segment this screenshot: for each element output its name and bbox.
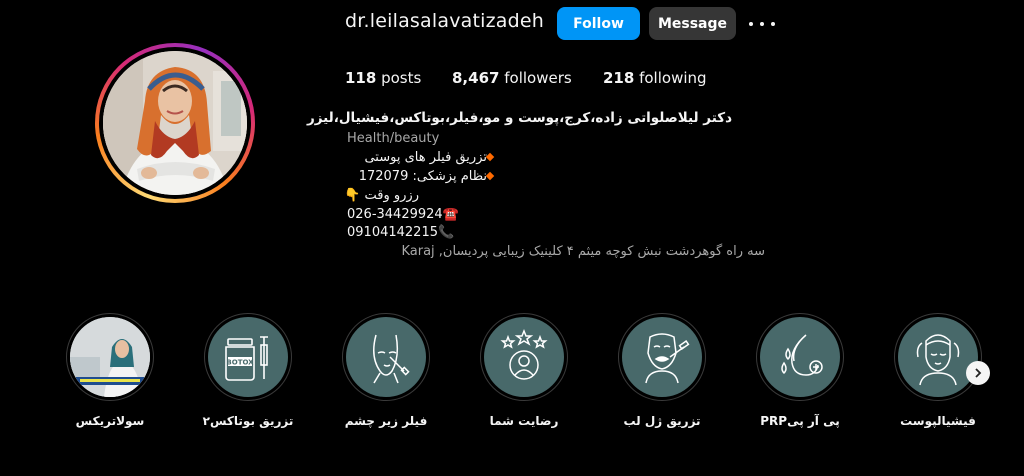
highlight-label: تزریق ژل لب xyxy=(623,414,701,428)
telephone-icon: ☎️ xyxy=(442,207,459,222)
bio-phone-1-text: 026-34429924 xyxy=(347,207,443,222)
highlight-label: تزریق بوتاکس۲ xyxy=(202,414,294,428)
followers-stat[interactable]: 8,467 followers xyxy=(452,69,572,87)
highlight-label: رضایت شما xyxy=(489,414,559,428)
highlights-next-button[interactable] xyxy=(966,361,990,385)
dot xyxy=(771,22,775,26)
bio-phone-2-text: 09104142215 xyxy=(347,225,438,240)
follow-button[interactable]: Follow xyxy=(557,7,640,40)
svg-text:BOTOX: BOTOX xyxy=(226,359,254,367)
lip-injection-icon xyxy=(622,317,702,397)
bio-phone-2[interactable]: 09104142215📞 xyxy=(347,225,454,240)
highlight-item[interactable]: رضایت شما xyxy=(478,313,570,428)
phone-receiver-icon: 📞 xyxy=(437,225,455,240)
following-label: following xyxy=(639,69,707,87)
botox-vial-icon: BOTOX xyxy=(208,317,288,397)
bio-address[interactable]: سه راه گوهردشت نبش کوچه میثم ۴ کلینیک زی… xyxy=(347,244,765,259)
bio-full-name: دکتر لیلاصلواتی زاده،کرج،پوست و مو،فیلر،… xyxy=(306,110,732,126)
highlight-item[interactable]: سولاتریکس xyxy=(64,313,156,428)
bullet-diamond-icon xyxy=(485,152,495,162)
bio-phone-1[interactable]: 026-34429924☎️ xyxy=(347,207,459,222)
highlight-ring xyxy=(618,313,706,401)
highlight-ring xyxy=(756,313,844,401)
facial-skin-icon xyxy=(898,317,978,397)
highlight-item[interactable]: تزریق ژل لب xyxy=(616,313,708,428)
highlight-item[interactable]: پی آر پیPRP xyxy=(754,313,846,428)
bio-category: Health/beauty xyxy=(347,131,440,146)
bullet-diamond-icon xyxy=(485,171,495,181)
highlight-ring xyxy=(480,313,568,401)
highlight-ring xyxy=(66,313,154,401)
followers-count: 8,467 xyxy=(452,69,500,87)
lip-injection-glyph xyxy=(645,333,690,384)
botox-vial-glyph: BOTOX xyxy=(225,336,268,381)
face-filler-glyph xyxy=(373,334,410,384)
satisfaction-glyph xyxy=(500,328,548,380)
facial-glyph xyxy=(916,334,960,386)
photo-thumbnail-illustration xyxy=(70,317,150,397)
highlight-label: پی آر پیPRP xyxy=(760,414,840,428)
posts-label: posts xyxy=(381,69,422,87)
face-filler-icon xyxy=(346,317,426,397)
profile-avatar-ring[interactable] xyxy=(95,43,255,203)
bio-line-2-text: نظام پزشکی: 172079 xyxy=(358,169,487,184)
satisfaction-stars-icon xyxy=(484,317,564,397)
highlight-item[interactable]: BOTOX تزریق بوتاکس۲ xyxy=(202,313,294,428)
posts-count: 118 xyxy=(345,69,377,87)
following-count: 218 xyxy=(603,69,635,87)
prp-drops-icon xyxy=(760,317,840,397)
avatar-photo-illustration xyxy=(103,51,247,195)
highlight-label: سولاتریکس xyxy=(75,414,145,428)
photo-thumbnail xyxy=(70,317,150,397)
prp-glyph xyxy=(781,334,823,376)
following-stat[interactable]: 218 following xyxy=(603,69,707,87)
more-options-icon[interactable] xyxy=(749,12,775,36)
bio-line-1-text: تزریق فیلر های پوستی xyxy=(364,150,487,165)
highlight-item[interactable]: فیلر زیر چشم xyxy=(340,313,432,428)
bio-line-2: نظام پزشکی: 172079 xyxy=(347,169,497,184)
highlight-ring: BOTOX xyxy=(204,313,292,401)
avatar-border xyxy=(99,47,251,199)
posts-stat: 118 posts xyxy=(345,69,421,87)
highlight-label: فیلر زیر چشم xyxy=(344,414,428,428)
chevron-right-icon xyxy=(975,368,982,378)
followers-label: followers xyxy=(504,69,572,87)
message-button[interactable]: Message xyxy=(649,7,736,40)
dot xyxy=(760,22,764,26)
highlight-ring xyxy=(894,313,982,401)
profile-username: dr.leilasalavatizadeh xyxy=(345,10,545,32)
bio-line-3: رزرو وقت 👇 xyxy=(344,188,419,203)
highlight-label: فیشیالپوست xyxy=(900,414,976,428)
highlight-ring xyxy=(342,313,430,401)
bio-line-1: تزریق فیلر های پوستی xyxy=(347,150,497,165)
dot xyxy=(749,22,753,26)
avatar[interactable] xyxy=(103,51,247,195)
